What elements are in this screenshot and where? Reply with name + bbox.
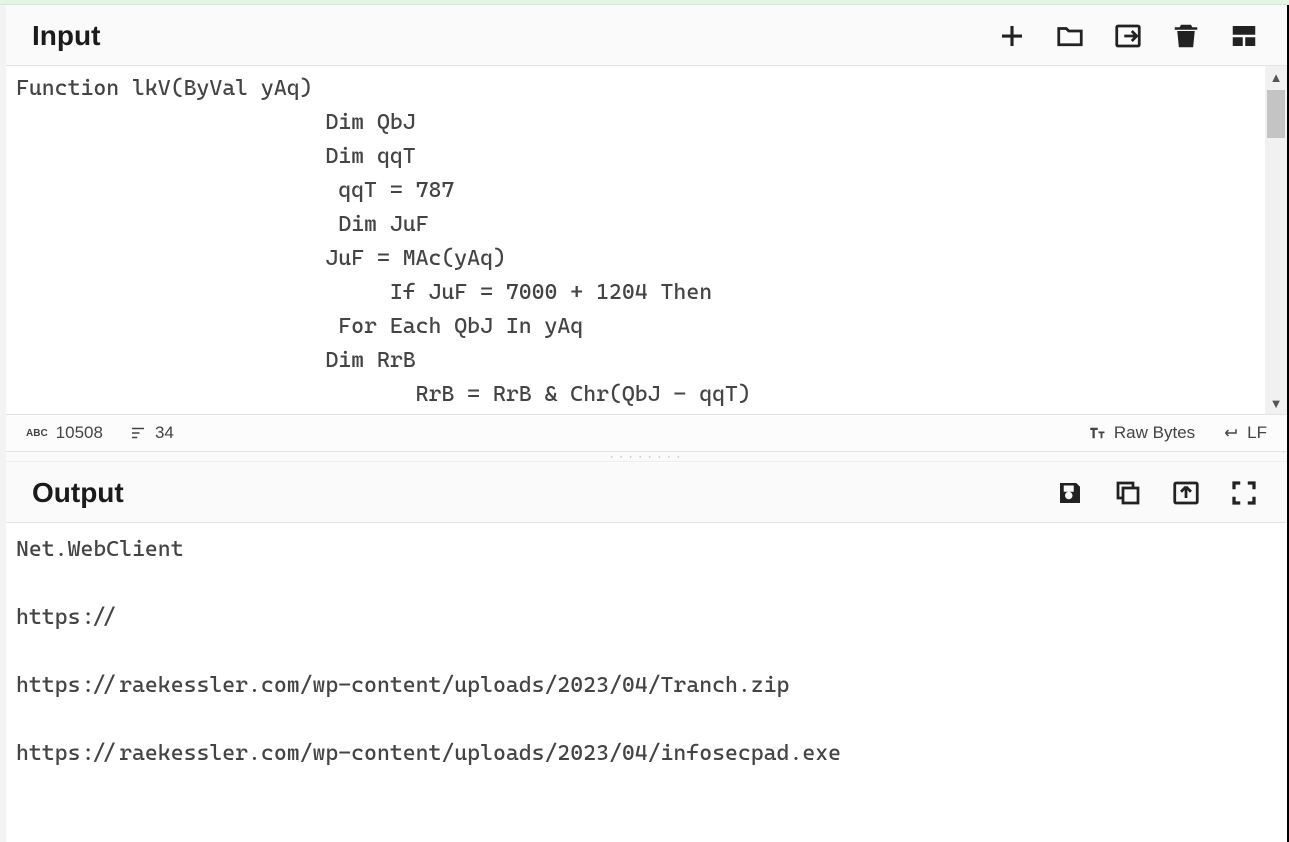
output-title: Output	[32, 477, 124, 509]
output-actions	[1053, 476, 1261, 510]
output-pane: Output Net.WebClient https:// https://ra…	[6, 462, 1287, 842]
scroll-down-icon[interactable]: ▼	[1265, 392, 1287, 414]
output-code[interactable]: Net.WebClient https:// https://raekessle…	[6, 523, 1287, 842]
open-folder-button[interactable]	[1053, 19, 1087, 53]
line-count-value: 34	[155, 423, 174, 443]
char-count: ABC 10508	[26, 423, 103, 443]
save-output-button[interactable]	[1053, 476, 1087, 510]
input-scrollbar[interactable]: ▲ ▼	[1265, 66, 1287, 414]
output-header: Output	[6, 462, 1287, 523]
export-icon	[1171, 478, 1201, 508]
input-actions	[995, 19, 1261, 53]
scroll-thumb[interactable]	[1267, 90, 1285, 138]
maximize-icon	[1229, 478, 1259, 508]
new-input-button[interactable]	[995, 19, 1029, 53]
input-code[interactable]: Function lkV(ByVal yAq) Dim QbJ Dim qqT …	[6, 66, 1265, 414]
folder-icon	[1055, 21, 1085, 51]
output-code-area: Net.WebClient https:// https://raekessle…	[6, 523, 1287, 842]
copy-icon	[1113, 478, 1143, 508]
pane-drag-handle[interactable]: ● ● ● ● ● ● ● ●	[6, 452, 1287, 462]
input-code-area: Function lkV(ByVal yAq) Dim QbJ Dim qqT …	[6, 66, 1287, 414]
encoding-value: Raw Bytes	[1114, 423, 1195, 443]
eol-value: LF	[1247, 423, 1267, 443]
input-header: Input	[6, 5, 1287, 66]
char-count-value: 10508	[56, 423, 103, 443]
abc-icon: ABC	[26, 428, 48, 439]
reset-layout-button[interactable]	[1227, 19, 1261, 53]
input-pane: Input Function lkV(ByVal	[6, 5, 1287, 452]
encoding-toggle[interactable]: Raw Bytes	[1088, 423, 1195, 443]
trash-icon	[1171, 21, 1201, 51]
layout-icon	[1229, 21, 1259, 51]
return-icon	[1221, 424, 1239, 442]
copy-output-button[interactable]	[1111, 476, 1145, 510]
main-container: Input Function lkV(ByVal	[0, 5, 1289, 842]
scroll-up-icon[interactable]: ▲	[1265, 66, 1287, 88]
import-icon	[1113, 21, 1143, 51]
move-to-input-button[interactable]	[1169, 476, 1203, 510]
save-icon	[1055, 478, 1085, 508]
eol-toggle[interactable]: LF	[1221, 423, 1267, 443]
input-title: Input	[32, 20, 100, 52]
tt-icon	[1088, 424, 1106, 442]
line-count: 34	[129, 423, 174, 443]
open-file-button[interactable]	[1111, 19, 1145, 53]
maximize-output-button[interactable]	[1227, 476, 1261, 510]
lines-icon	[129, 424, 147, 442]
plus-icon	[997, 21, 1027, 51]
input-status-bar: ABC 10508 34 Raw Bytes LF	[6, 414, 1287, 452]
delete-button[interactable]	[1169, 19, 1203, 53]
